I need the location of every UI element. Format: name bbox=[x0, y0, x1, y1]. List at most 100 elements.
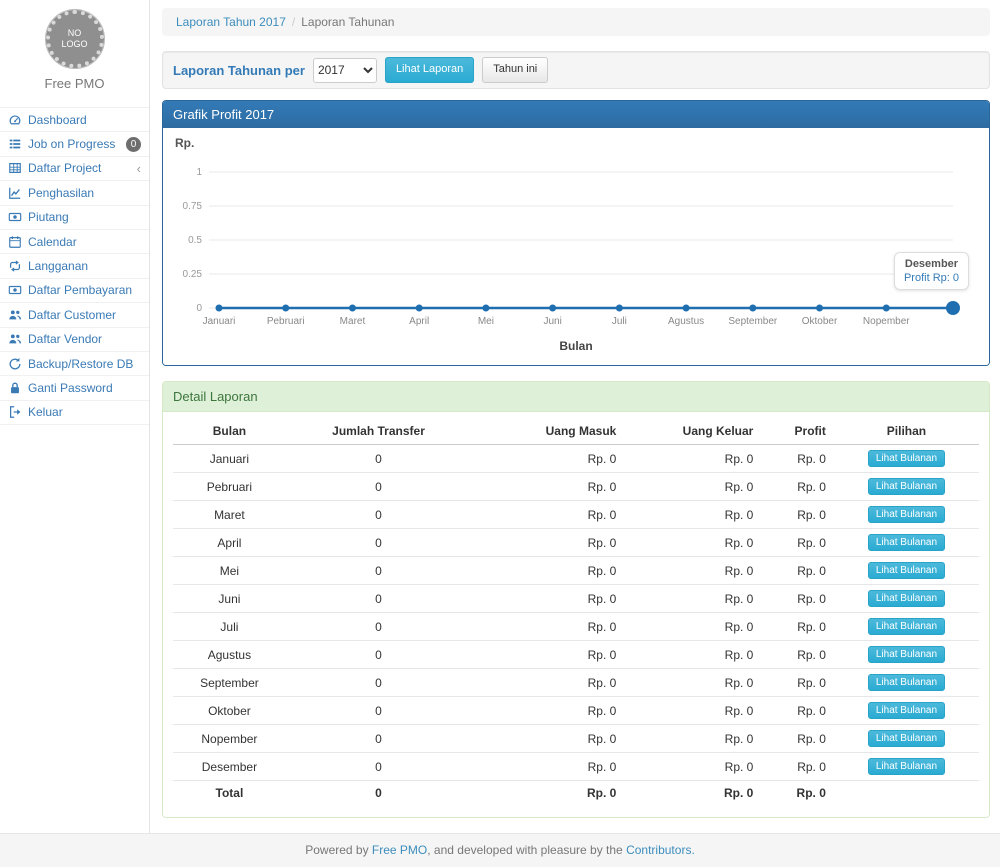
x-tick-label: April bbox=[409, 316, 429, 327]
data-point[interactable] bbox=[749, 305, 756, 312]
sidebar-item-label: Daftar Vendor bbox=[28, 332, 102, 346]
cell-uang-keluar: Rp. 0 bbox=[624, 445, 761, 473]
cell-uang-keluar: Rp. 0 bbox=[624, 585, 761, 613]
cell-pilihan: Lihat Bulanan bbox=[834, 669, 979, 697]
cell-uang-keluar: Rp. 0 bbox=[624, 641, 761, 669]
exchange-icon bbox=[8, 259, 22, 273]
calendar-icon bbox=[8, 235, 22, 249]
breadcrumb-link-laporan-tahun[interactable]: Laporan Tahun 2017 bbox=[176, 15, 286, 29]
year-select[interactable]: 2017 bbox=[313, 58, 377, 83]
no-logo-badge: NO LOGO bbox=[46, 10, 104, 68]
users-icon bbox=[8, 308, 22, 322]
money-icon bbox=[8, 210, 22, 224]
data-point[interactable] bbox=[549, 305, 556, 312]
lihat-bulanan-button[interactable]: Lihat Bulanan bbox=[868, 618, 945, 635]
sidebar-item-daftar-project[interactable]: Daftar Project ‹ bbox=[0, 157, 149, 181]
total-cell: Rp. 0 bbox=[624, 781, 761, 806]
cell-uang-masuk: Rp. 0 bbox=[471, 753, 624, 781]
table-icon bbox=[8, 161, 22, 175]
cell-pilihan: Lihat Bulanan bbox=[834, 641, 979, 669]
sidebar-item-label: Daftar Pembayaran bbox=[28, 283, 132, 297]
lihat-bulanan-button[interactable]: Lihat Bulanan bbox=[868, 674, 945, 691]
profit-line-chart[interactable]: 10.750.50.250JanuariPebruariMaretAprilMe… bbox=[175, 152, 977, 334]
sidebar-item-langganan[interactable]: Langganan bbox=[0, 254, 149, 278]
lihat-bulanan-button[interactable]: Lihat Bulanan bbox=[868, 646, 945, 663]
lihat-bulanan-button[interactable]: Lihat Bulanan bbox=[868, 702, 945, 719]
footer-link-contributors[interactable]: Contributors. bbox=[626, 843, 695, 857]
app-layout: NO LOGO Free PMO Dashboard Job on Progre… bbox=[0, 0, 1000, 833]
data-point[interactable] bbox=[683, 305, 690, 312]
breadcrumb-separator: / bbox=[292, 15, 295, 29]
col-header-jumlah-transfer: Jumlah Transfer bbox=[286, 418, 471, 445]
data-point[interactable] bbox=[416, 305, 423, 312]
cell-bulan: Juni bbox=[173, 585, 286, 613]
lihat-bulanan-button[interactable]: Lihat Bulanan bbox=[868, 450, 945, 467]
col-header-uang-masuk: Uang Masuk bbox=[471, 418, 624, 445]
money-icon bbox=[8, 283, 22, 297]
lihat-bulanan-button[interactable]: Lihat Bulanan bbox=[868, 506, 945, 523]
cell-bulan: Agustus bbox=[173, 641, 286, 669]
data-point[interactable] bbox=[616, 305, 623, 312]
lihat-bulanan-button[interactable]: Lihat Bulanan bbox=[868, 534, 945, 551]
detail-panel-body: Bulan Jumlah Transfer Uang Masuk Uang Ke… bbox=[163, 412, 989, 817]
sidebar: NO LOGO Free PMO Dashboard Job on Progre… bbox=[0, 0, 150, 833]
table-row: Nopember0Rp. 0Rp. 0Rp. 0Lihat Bulanan bbox=[173, 725, 979, 753]
sidebar-item-dashboard[interactable]: Dashboard bbox=[0, 108, 149, 132]
cell-uang-masuk: Rp. 0 bbox=[471, 473, 624, 501]
cell-bulan: Pebruari bbox=[173, 473, 286, 501]
footer-text-middle: , and developed with pleasure by the bbox=[427, 843, 626, 857]
data-point[interactable] bbox=[816, 305, 823, 312]
cell-bulan: Oktober bbox=[173, 697, 286, 725]
cell-bulan: Juli bbox=[173, 613, 286, 641]
detail-report-panel: Detail Laporan Bulan Jumlah Transfer Uan… bbox=[162, 381, 990, 818]
x-tick-label: Pebruari bbox=[267, 316, 305, 327]
cell-pilihan: Lihat Bulanan bbox=[834, 529, 979, 557]
y-tick-label: 1 bbox=[196, 167, 202, 178]
cell-uang-keluar: Rp. 0 bbox=[624, 529, 761, 557]
col-header-pilihan: Pilihan bbox=[834, 418, 979, 445]
sidebar-item-label: Penghasilan bbox=[28, 186, 94, 200]
data-point[interactable] bbox=[282, 305, 289, 312]
sidebar-item-penghasilan[interactable]: Penghasilan bbox=[0, 181, 149, 205]
cell-profit: Rp. 0 bbox=[761, 641, 834, 669]
x-tick-label: Juli bbox=[612, 316, 627, 327]
lihat-bulanan-button[interactable]: Lihat Bulanan bbox=[868, 478, 945, 495]
total-cell: Rp. 0 bbox=[471, 781, 624, 806]
sidebar-item-backup-restore-db[interactable]: Backup/Restore DB bbox=[0, 352, 149, 376]
cell-jumlah-transfer: 0 bbox=[286, 473, 471, 501]
cell-uang-keluar: Rp. 0 bbox=[624, 613, 761, 641]
data-point[interactable] bbox=[349, 305, 356, 312]
cell-uang-masuk: Rp. 0 bbox=[471, 613, 624, 641]
cell-profit: Rp. 0 bbox=[761, 669, 834, 697]
lihat-bulanan-button[interactable]: Lihat Bulanan bbox=[868, 730, 945, 747]
sidebar-item-daftar-vendor[interactable]: Daftar Vendor bbox=[0, 328, 149, 352]
lihat-bulanan-button[interactable]: Lihat Bulanan bbox=[868, 562, 945, 579]
lihat-bulanan-button[interactable]: Lihat Bulanan bbox=[868, 590, 945, 607]
sidebar-item-piutang[interactable]: Piutang bbox=[0, 206, 149, 230]
cell-bulan: Januari bbox=[173, 445, 286, 473]
sidebar-item-job-on-progress[interactable]: Job on Progress 0 bbox=[0, 132, 149, 156]
sidebar-item-calendar[interactable]: Calendar bbox=[0, 230, 149, 254]
chart-body: Rp. 10.750.50.250JanuariPebruariMaretApr… bbox=[163, 128, 989, 365]
data-point[interactable] bbox=[883, 305, 890, 312]
tahun-ini-button[interactable]: Tahun ini bbox=[482, 57, 548, 82]
no-logo-text: NO LOGO bbox=[61, 28, 87, 50]
x-tick-label: Mei bbox=[478, 316, 494, 327]
lihat-laporan-button[interactable]: Lihat Laporan bbox=[385, 57, 474, 82]
cell-jumlah-transfer: 0 bbox=[286, 641, 471, 669]
sidebar-item-label: Piutang bbox=[28, 210, 69, 224]
footer-link-free-pmo[interactable]: Free PMO bbox=[372, 843, 427, 857]
data-point[interactable] bbox=[946, 301, 960, 315]
cell-profit: Rp. 0 bbox=[761, 473, 834, 501]
main-content: Laporan Tahun 2017/Laporan Tahunan Lapor… bbox=[150, 0, 1000, 833]
data-point[interactable] bbox=[216, 305, 223, 312]
sidebar-item-daftar-pembayaran[interactable]: Daftar Pembayaran bbox=[0, 279, 149, 303]
cell-jumlah-transfer: 0 bbox=[286, 529, 471, 557]
cell-bulan: April bbox=[173, 529, 286, 557]
sidebar-item-keluar[interactable]: Keluar bbox=[0, 401, 149, 425]
cell-pilihan: Lihat Bulanan bbox=[834, 753, 979, 781]
lihat-bulanan-button[interactable]: Lihat Bulanan bbox=[868, 758, 945, 775]
sidebar-item-daftar-customer[interactable]: Daftar Customer bbox=[0, 303, 149, 327]
data-point[interactable] bbox=[482, 305, 489, 312]
sidebar-item-ganti-password[interactable]: Ganti Password bbox=[0, 376, 149, 400]
